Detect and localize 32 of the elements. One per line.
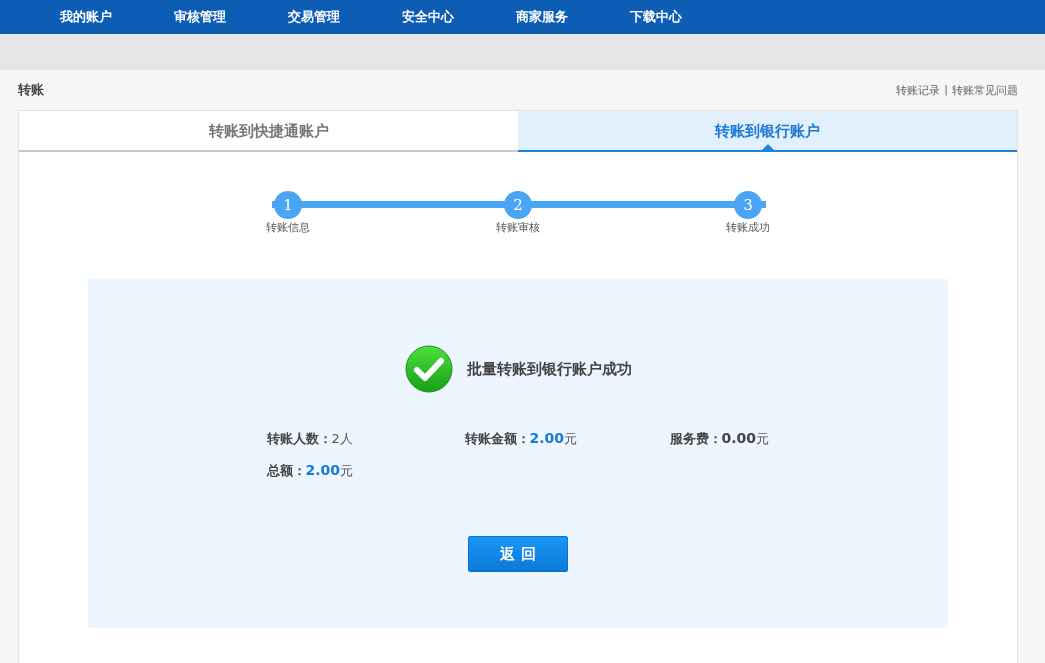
success-message: 批量转账到银行账户成功 xyxy=(466,359,632,379)
info-value: 2.00 xyxy=(305,462,341,478)
tab[interactable]: 转账到快捷通账户 xyxy=(19,111,518,152)
nav-link[interactable]: 下载中心 xyxy=(599,0,713,34)
step-label: 转账审核 xyxy=(496,220,540,235)
help-link[interactable]: 转账常见问题 xyxy=(952,82,1018,98)
back-button[interactable]: 返 回 xyxy=(468,536,568,572)
info-label: 转账金额： xyxy=(464,430,530,448)
step-label: 转账成功 xyxy=(726,220,770,235)
link-separator: | xyxy=(944,82,948,98)
help-link[interactable]: 转账记录 xyxy=(896,82,941,98)
nav-link[interactable]: 我的账户 xyxy=(29,0,143,34)
unit-label: 元 xyxy=(340,462,354,480)
tab[interactable]: 转账到银行账户 xyxy=(518,111,1017,152)
unit-label: 元 xyxy=(564,430,578,448)
info-value: 0.00 xyxy=(721,430,757,446)
check-icon xyxy=(404,345,453,393)
page-title: 转账 xyxy=(18,81,44,99)
info-label: 总额： xyxy=(266,462,306,480)
nav-link[interactable]: 安全中心 xyxy=(371,0,485,34)
info-value: 2.00 xyxy=(529,430,565,446)
step-label: 转账信息 xyxy=(266,220,310,235)
info-value: 2人 xyxy=(331,430,353,448)
info-label: 转账人数： xyxy=(266,430,332,448)
step-number: 3 xyxy=(734,191,762,219)
nav-link[interactable]: 商家服务 xyxy=(485,0,599,34)
nav-link[interactable]: 审核管理 xyxy=(143,0,257,34)
info-label: 服务费： xyxy=(669,430,722,448)
unit-label: 元 xyxy=(756,430,770,448)
step-number: 1 xyxy=(274,191,302,219)
step-number: 2 xyxy=(504,191,532,219)
nav-link[interactable]: 交易管理 xyxy=(257,0,371,34)
